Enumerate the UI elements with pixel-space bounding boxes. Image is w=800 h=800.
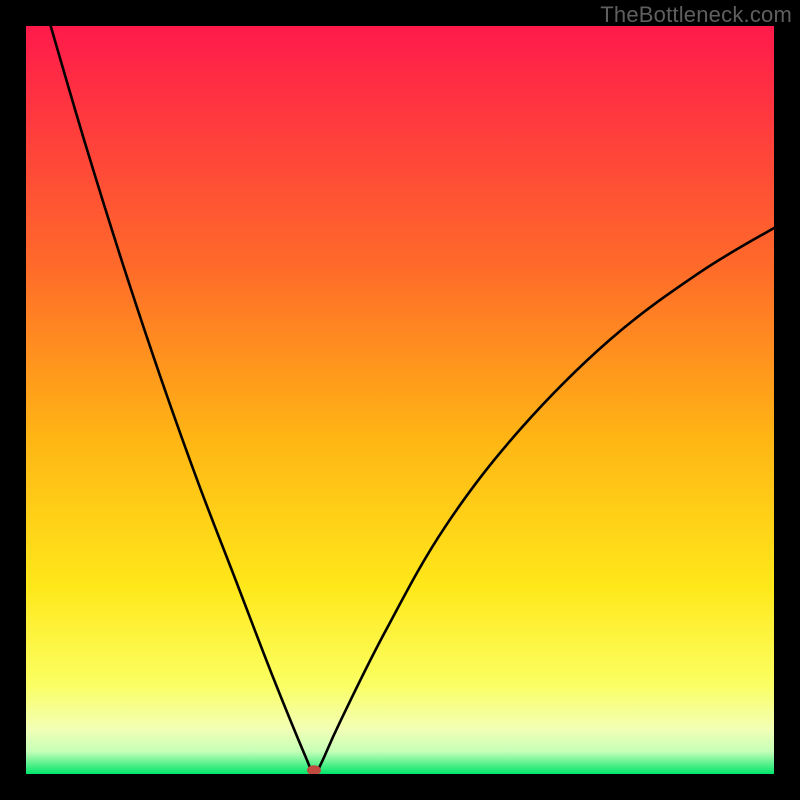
gradient-background <box>26 26 774 774</box>
watermark-text: TheBottleneck.com <box>600 2 792 28</box>
chart-frame: TheBottleneck.com <box>0 0 800 800</box>
chart-svg <box>26 26 774 774</box>
plot-area <box>26 26 774 774</box>
